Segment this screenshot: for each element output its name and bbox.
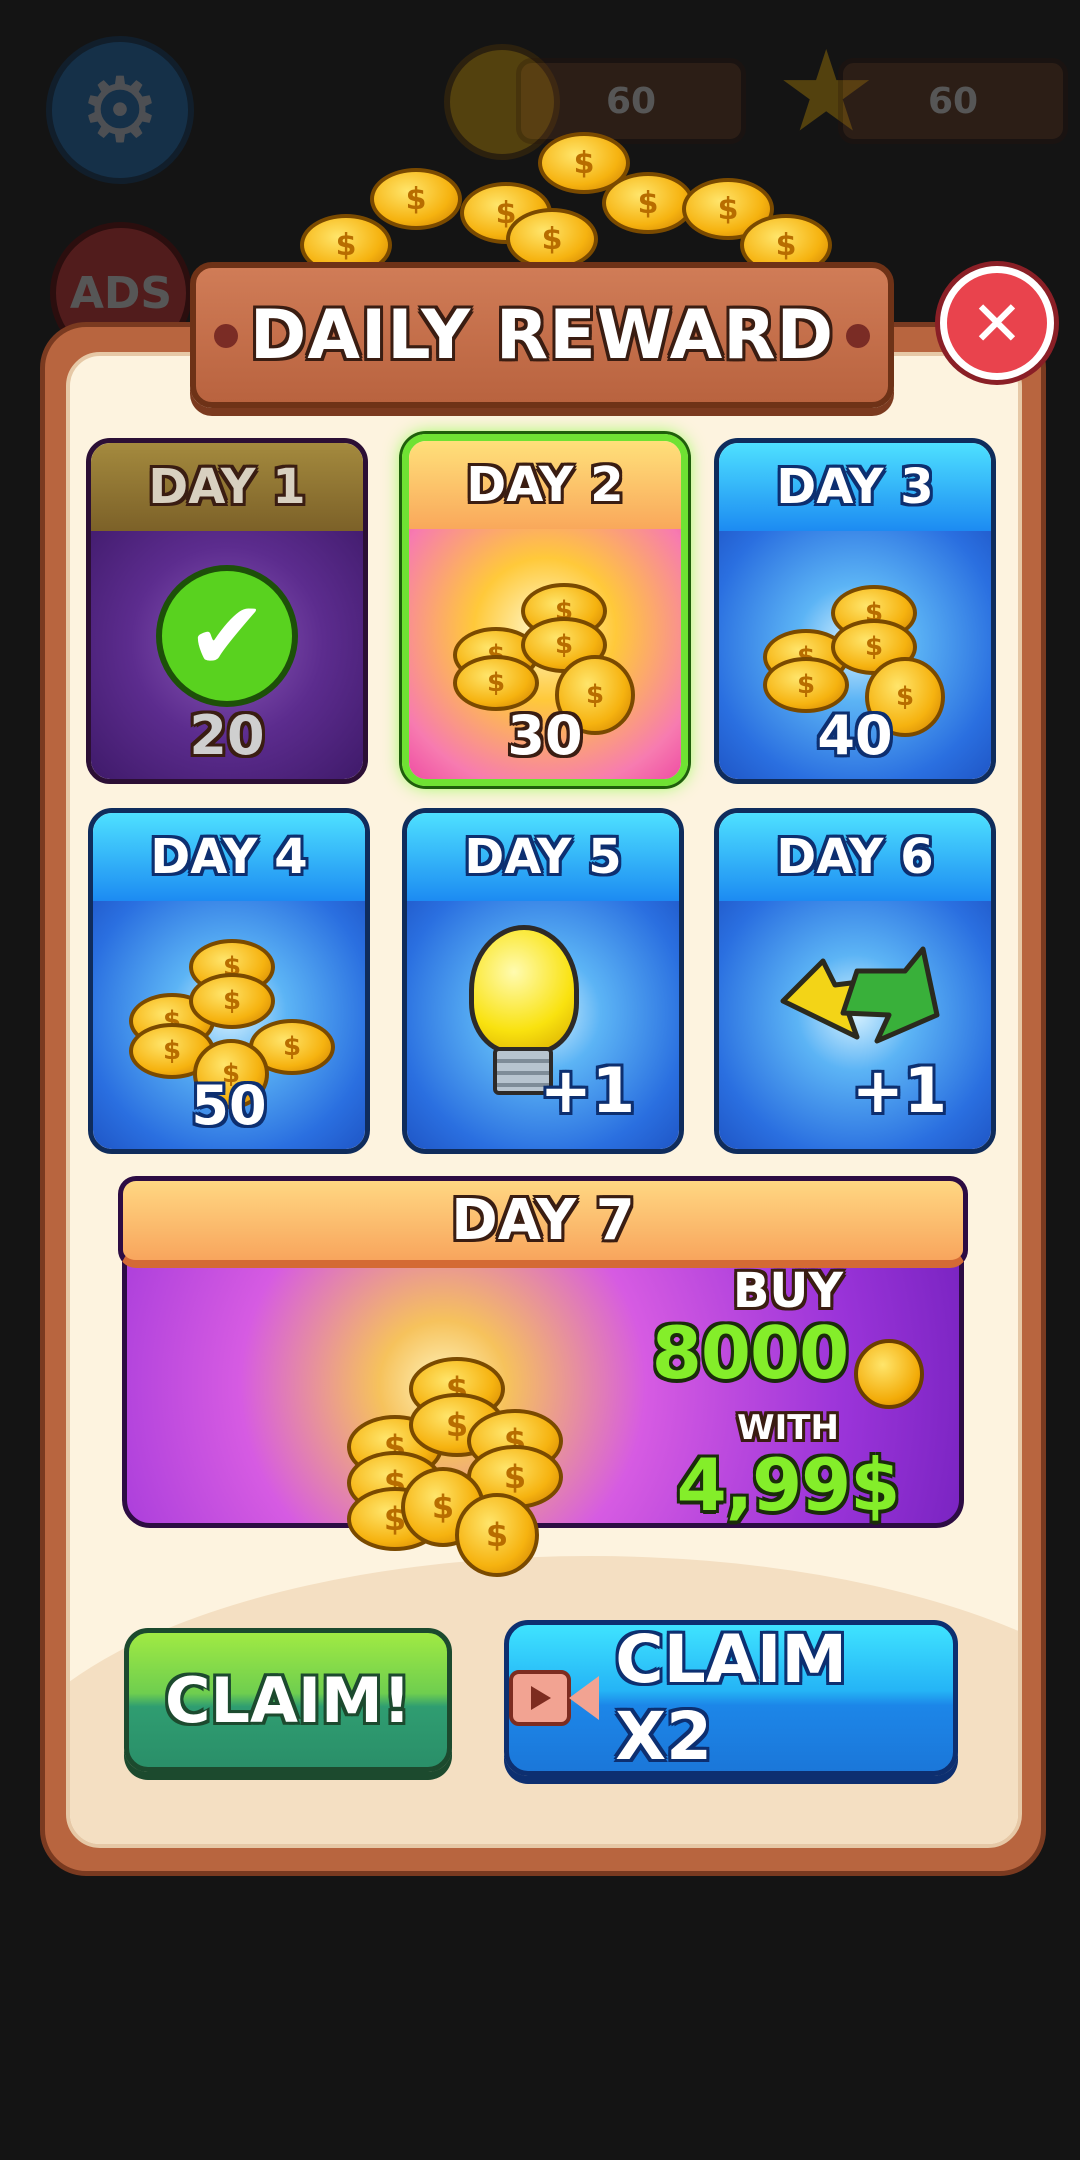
day-card-body: $ $ ✔ 20 <box>91 531 363 779</box>
check-icon: ✔ <box>156 565 298 707</box>
close-button[interactable]: ✕ <box>940 266 1054 380</box>
coin-icon: $ <box>453 655 539 711</box>
coin-icon: $ <box>506 208 598 270</box>
day-card-amount: 30 <box>507 704 583 767</box>
nail-icon <box>214 324 238 348</box>
claim-x2-button[interactable]: CLAIM X2 <box>504 1620 958 1776</box>
settings-gear-icon[interactable]: ⚙ <box>46 36 194 184</box>
coin-icon: $ <box>602 172 694 234</box>
day-card-header: DAY 1 <box>91 443 363 537</box>
coin-icon: $ <box>189 973 275 1029</box>
offer-price: 4,99$ <box>676 1442 901 1527</box>
day-card-title: DAY 1 <box>148 459 306 515</box>
day-card-amount: 40 <box>817 704 893 767</box>
day-card-body: +1 <box>719 901 991 1149</box>
day-card-header: DAY 6 <box>719 813 991 907</box>
day-card-header: DAY 4 <box>93 813 365 907</box>
day-card-title: DAY 3 <box>776 459 934 515</box>
dialog-title: DAILY REWARD <box>249 295 835 375</box>
offer-coin-amount: 8000 <box>651 1311 849 1396</box>
day-7-offer-text: BUY 8000 WITH 4,99$ <box>638 1266 938 1524</box>
coin-icon: $ <box>455 1493 539 1577</box>
day-card-title: DAY 5 <box>464 829 622 885</box>
title-plank: DAILY REWARD <box>190 262 894 408</box>
day-card-1[interactable]: DAY 1 $ $ ✔ 20 <box>86 438 368 784</box>
claim-button-label: CLAIM! <box>164 1663 412 1737</box>
no-ads-label: ADS <box>69 267 173 319</box>
coin-stack-icon: $ $ $ $ $ $ $ $ $ <box>341 1355 571 1591</box>
day-card-amount: 20 <box>189 704 265 767</box>
video-ad-icon <box>509 1670 599 1726</box>
day-card-6[interactable]: DAY 6 +1 <box>714 808 996 1154</box>
day-7-header: DAY 7 <box>118 1176 968 1268</box>
nail-icon <box>846 324 870 348</box>
day-card-header: DAY 3 <box>719 443 991 537</box>
lightbulb-icon <box>469 925 579 1055</box>
day-card-title: DAY 4 <box>150 829 308 885</box>
day-card-amount: +1 <box>539 1054 635 1127</box>
day-card-title: DAY 6 <box>776 829 934 885</box>
day-card-body: $ $ $ $ $ 30 <box>409 529 681 779</box>
day-card-body: +1 <box>407 901 679 1149</box>
coin-stack-icon: $ $ $ $ $ <box>445 557 645 735</box>
day-card-header: DAY 5 <box>407 813 679 907</box>
offer-buy-label: BUY <box>732 1263 844 1319</box>
day-card-header: DAY 2 <box>409 441 681 535</box>
day-card-amount: 50 <box>191 1074 267 1137</box>
day-card-4[interactable]: DAY 4 $ $ $ $ $ $ 50 <box>88 808 370 1154</box>
day-card-amount: +1 <box>851 1054 947 1127</box>
day-card-body: $ $ $ $ $ 40 <box>719 531 991 779</box>
day-card-5[interactable]: DAY 5 +1 <box>402 808 684 1154</box>
close-icon: ✕ <box>971 286 1023 360</box>
coin-pile-decoration: $ $ $ $ $ $ $ $ <box>300 118 832 278</box>
offer-amount-row: 8000 <box>638 1316 938 1409</box>
day-card-title: DAY 2 <box>466 457 624 513</box>
day-7-offer[interactable]: $ $ $ $ $ $ $ $ $ DAY 7 BUY 8000 WITH 4,… <box>118 1176 968 1577</box>
day-card-3[interactable]: DAY 3 $ $ $ $ $ 40 <box>714 438 996 784</box>
swap-arrows-icon <box>780 946 940 1044</box>
day-card-body: $ $ $ $ $ $ 50 <box>93 901 365 1149</box>
coin-icon <box>854 1338 925 1409</box>
day-7-title: DAY 7 <box>451 1188 635 1253</box>
claim-button[interactable]: CLAIM! <box>124 1628 452 1772</box>
claim-x2-button-label: CLAIM X2 <box>615 1621 848 1775</box>
day-card-2[interactable]: DAY 2 $ $ $ $ $ 30 <box>402 434 688 786</box>
star-counter: 60 <box>838 58 1068 144</box>
coin-counter-value: 60 <box>605 80 657 122</box>
star-counter-value: 60 <box>927 80 979 122</box>
coin-icon: $ <box>370 168 462 230</box>
